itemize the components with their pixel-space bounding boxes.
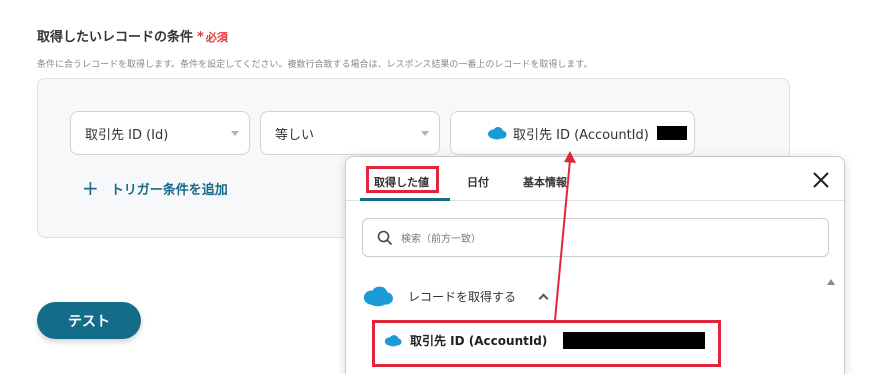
search-icon (377, 230, 393, 245)
section-description: 条件に合うレコードを取得します。条件を設定してください。複数行合致する場合は、レ… (37, 60, 593, 70)
record-group-header[interactable]: レコードを取得する (362, 285, 549, 307)
plus-icon: + (82, 176, 99, 200)
highlight-box-result (372, 320, 721, 367)
search-input[interactable]: 検索（前方一致） (362, 218, 829, 257)
scroll-up-icon[interactable] (827, 279, 835, 285)
test-button[interactable]: テスト (37, 302, 141, 339)
salesforce-cloud-icon (363, 286, 393, 307)
caret-down-icon (421, 131, 429, 136)
redacted-block (656, 126, 687, 140)
add-condition-label: トリガー条件を追加 (110, 182, 228, 198)
section-title-text: 取得したいレコードの条件 (37, 30, 194, 45)
search-placeholder: 検索（前方一致） (401, 234, 481, 245)
add-condition-button[interactable]: + トリガー条件を追加 (82, 178, 228, 198)
highlight-box-tab (366, 166, 439, 193)
active-tab-indicator (360, 198, 450, 201)
close-icon[interactable] (812, 171, 830, 189)
value-chip[interactable]: 取引先 ID (AccountId) (451, 124, 687, 143)
chevron-up-icon (538, 293, 549, 303)
group-label: レコードを取得する (408, 289, 517, 304)
operator-select-value: 等しい (275, 127, 315, 143)
tab-date[interactable]: 日付 (467, 174, 489, 190)
section-title: 取得したいレコードの条件 * 必須 (37, 26, 228, 45)
field-select-value: 取引先 ID (Id) (85, 127, 169, 143)
field-select[interactable]: 取引先 ID (Id) (70, 111, 250, 155)
value-field[interactable]: 取引先 ID (AccountId) (450, 111, 695, 155)
salesforce-cloud-icon (488, 127, 507, 140)
value-chip-label: 取引先 ID (AccountId) (513, 127, 649, 143)
caret-down-icon (231, 131, 239, 136)
operator-select[interactable]: 等しい (260, 111, 440, 155)
required-mark: * (197, 30, 204, 45)
required-text: 必須 (205, 31, 228, 44)
tab-basic-info[interactable]: 基本情報 (523, 174, 567, 190)
